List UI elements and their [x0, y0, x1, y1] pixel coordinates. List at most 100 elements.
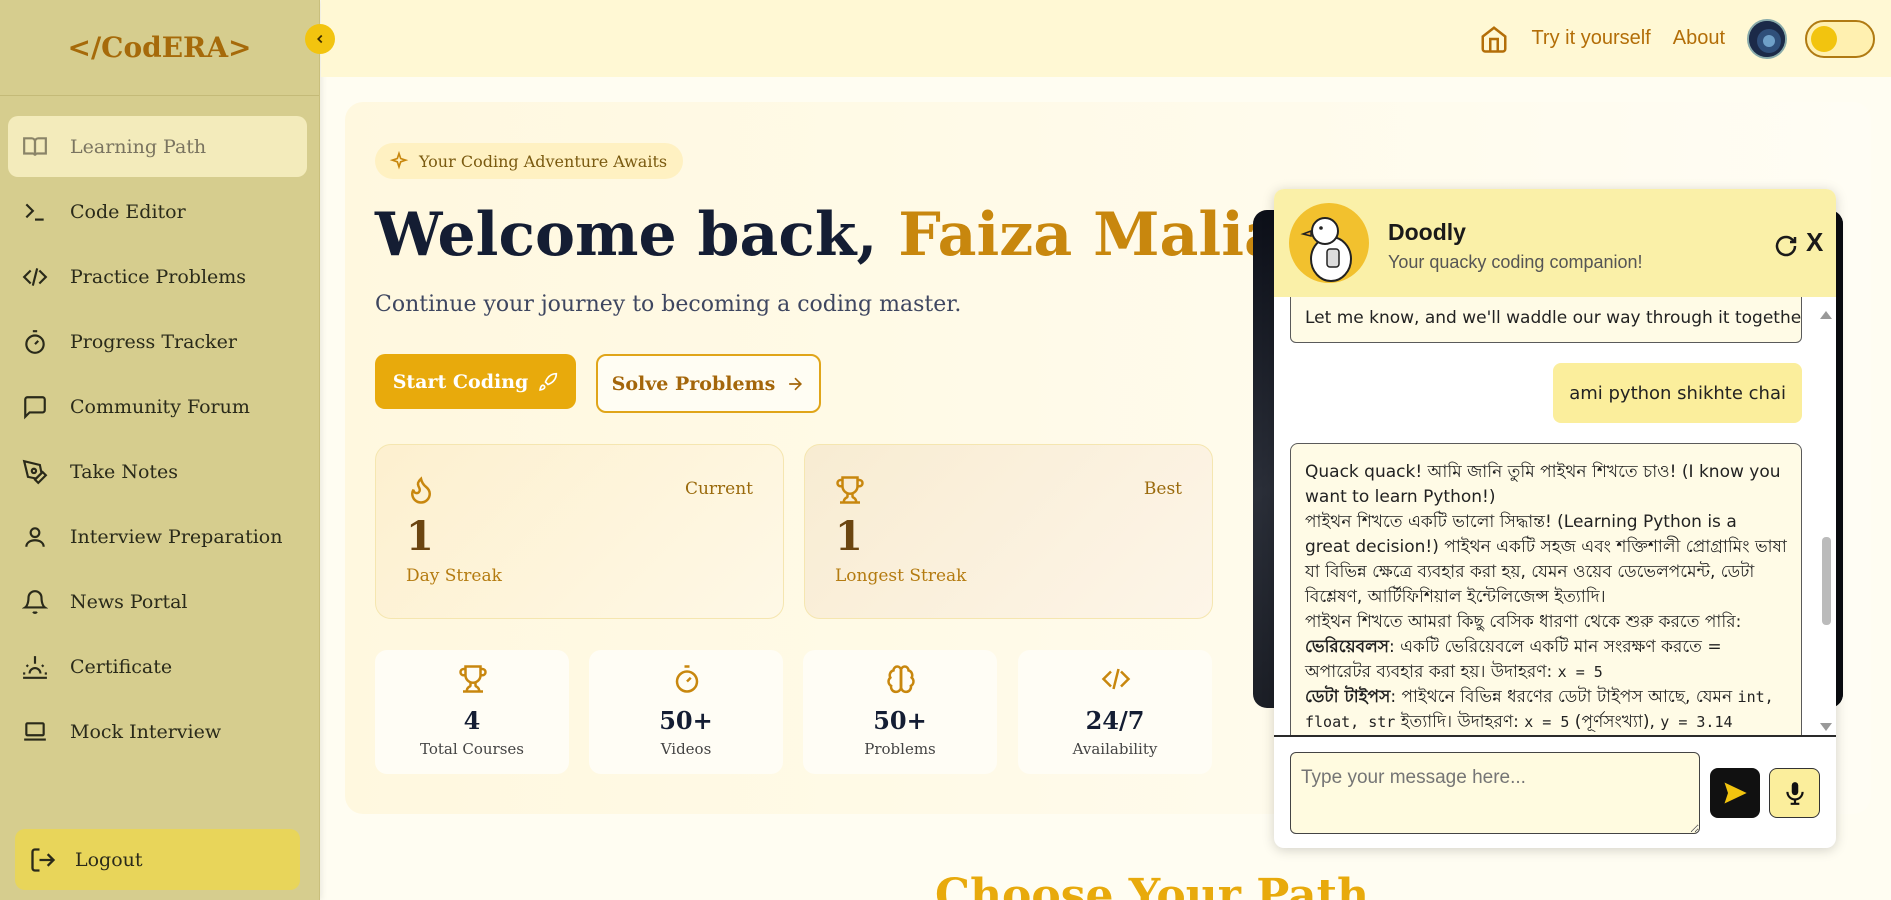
- longest-streak-card: Best 1 Longest Streak: [804, 444, 1213, 619]
- chat-subtitle: Your quacky coding companion!: [1388, 252, 1643, 272]
- solve-problems-label: Solve Problems: [611, 372, 776, 395]
- bot-code: x = 5: [1557, 663, 1603, 681]
- book-open-icon: [23, 136, 47, 156]
- sidebar-item-certificate[interactable]: Certificate: [8, 636, 307, 697]
- chat-message-input[interactable]: [1290, 752, 1700, 834]
- chip-label: Your Coding Adventure Awaits: [419, 151, 668, 171]
- chat-divider: [1274, 735, 1836, 737]
- bell-icon: [22, 589, 48, 614]
- trophy-icon: [836, 476, 864, 504]
- chevron-left-icon: [317, 34, 323, 44]
- streak-value: 1: [835, 513, 863, 560]
- bot-message-text: Let me know, and we'll waddle our way th…: [1305, 308, 1802, 328]
- user-icon: [25, 526, 45, 547]
- close-chat-button[interactable]: X: [1806, 227, 1823, 258]
- sidebar: </CodERA> Learning Path Code Editor Prac…: [0, 0, 320, 900]
- send-button[interactable]: [1710, 768, 1760, 818]
- microphone-button[interactable]: [1769, 768, 1820, 818]
- duck-avatar: [1289, 203, 1369, 283]
- flame-icon: [410, 476, 432, 504]
- stat-label: Problems: [864, 740, 936, 758]
- sidebar-item-progress-tracker[interactable]: Progress Tracker: [8, 311, 307, 372]
- stat-label: Availability: [1072, 740, 1158, 758]
- logout-button[interactable]: Logout: [15, 829, 300, 890]
- adventure-chip: Your Coding Adventure Awaits: [375, 143, 684, 179]
- brand-logo[interactable]: </CodERA>: [0, 0, 319, 96]
- sidebar-item-label: Mock Interview: [70, 720, 222, 743]
- sidebar-item-interview-preparation[interactable]: Interview Preparation: [8, 506, 307, 567]
- stat-label: Videos: [660, 740, 712, 758]
- sidebar-item-label: Interview Preparation: [70, 525, 283, 548]
- rocket-icon: [539, 372, 558, 391]
- bot-text: (পূর্ণসংখ্যা),: [1569, 712, 1661, 732]
- bot-line: পাইথন শিখতে আমরা কিছু বেসিক ধারণা থেকে শ…: [1305, 612, 1742, 632]
- welcome-prefix: Welcome back,: [375, 200, 899, 270]
- sidebar-item-mock-interview[interactable]: Mock Interview: [8, 701, 307, 762]
- sidebar-item-label: News Portal: [70, 590, 188, 613]
- choose-path-heading: Choose Your Path: [935, 870, 1369, 900]
- streak-value: 1: [406, 513, 434, 560]
- sunrise-icon: [23, 655, 47, 679]
- pen-tool-icon: [22, 459, 48, 484]
- bot-message: Let me know, and we'll waddle our way th…: [1290, 297, 1802, 343]
- scroll-thumb[interactable]: [1822, 537, 1831, 625]
- avatar[interactable]: [1747, 18, 1787, 59]
- stat-availability: 24/7 Availability: [1018, 650, 1212, 774]
- message-square-icon: [24, 395, 46, 419]
- bot-code: y = 3.14: [1660, 713, 1733, 731]
- solve-problems-button[interactable]: Solve Problems: [596, 354, 821, 413]
- bot-bold: ডেটা টাইপস: [1305, 687, 1391, 707]
- sidebar-item-community-forum[interactable]: Community Forum: [8, 376, 307, 437]
- bot-text: : পাইথনে বিভিন্ন ধরণের ডেটা টাইপস আছে, য…: [1390, 687, 1738, 707]
- user-message: ami python shikhte chai: [1553, 363, 1802, 423]
- streak-label: Longest Streak: [835, 566, 967, 586]
- sparkles-icon: [389, 151, 409, 170]
- chat-title: Doodly: [1388, 219, 1466, 245]
- chat-scrollbar[interactable]: [1818, 297, 1834, 735]
- chat-header: Doodly Your quacky coding companion! X: [1274, 189, 1836, 297]
- sidebar-item-learning-path[interactable]: Learning Path: [8, 116, 307, 177]
- stat-value: 24/7: [1085, 706, 1145, 735]
- sidebar-item-code-editor[interactable]: Code Editor: [8, 181, 307, 242]
- collapse-sidebar-button[interactable]: [305, 24, 335, 54]
- start-coding-button[interactable]: Start Coding: [375, 354, 576, 409]
- microphone-icon: [1785, 782, 1804, 805]
- home-icon[interactable]: [1479, 24, 1509, 54]
- user-message-text: ami python shikhte chai: [1569, 382, 1786, 404]
- timer-icon: [675, 665, 699, 693]
- stat-value: 50+: [873, 706, 927, 735]
- refresh-icon[interactable]: [1774, 234, 1798, 258]
- chat-messages[interactable]: Let me know, and we'll waddle our way th…: [1274, 297, 1836, 735]
- stat-value: 50+: [659, 706, 713, 735]
- stat-total-courses: 4 Total Courses: [375, 650, 569, 774]
- logout-label: Logout: [75, 848, 143, 871]
- stat-label: Total Courses: [419, 740, 525, 758]
- sidebar-item-news-portal[interactable]: News Portal: [8, 571, 307, 632]
- sidebar-item-label: Take Notes: [70, 460, 179, 483]
- sun-icon: [1811, 25, 1837, 52]
- stat-videos: 50+ Videos: [589, 650, 783, 774]
- sidebar-item-label: Learning Path: [70, 135, 207, 158]
- scroll-down-icon[interactable]: [1820, 723, 1832, 731]
- try-it-yourself-link[interactable]: Try it yourself: [1531, 27, 1650, 50]
- stat-problems: 50+ Problems: [803, 650, 997, 774]
- top-bar: Try it yourself About: [321, 0, 1891, 77]
- arrow-right-icon: [789, 377, 803, 390]
- bot-line: ডেটা টাইপস: পাইথনে বিভিন্ন ধরণের ডেটা টা…: [1305, 685, 1787, 735]
- current-streak-card: Current 1 Day Streak: [375, 444, 784, 619]
- streak-tag: Current: [684, 479, 753, 499]
- theme-toggle[interactable]: [1805, 19, 1875, 58]
- laptop-icon: [24, 721, 46, 741]
- sidebar-item-label: Code Editor: [70, 200, 186, 223]
- about-link[interactable]: About: [1673, 27, 1725, 50]
- scroll-up-icon[interactable]: [1820, 311, 1832, 319]
- hero-subtitle: Continue your journey to becoming a codi…: [375, 292, 962, 317]
- bot-line: Quack quack! আমি জানি তুমি পাইথন শিখতে চ…: [1305, 462, 1781, 507]
- bot-line: ভেরিয়েবলস: একটি ভেরিয়েবলে একটি মান সংর…: [1305, 635, 1787, 685]
- timer-icon: [25, 329, 45, 354]
- sidebar-item-label: Community Forum: [70, 395, 250, 418]
- sidebar-item-label: Practice Problems: [70, 265, 247, 288]
- chatbot-panel: Doodly Your quacky coding companion! X L…: [1274, 189, 1836, 848]
- sidebar-item-practice-problems[interactable]: Practice Problems: [8, 246, 307, 307]
- sidebar-item-take-notes[interactable]: Take Notes: [8, 441, 307, 502]
